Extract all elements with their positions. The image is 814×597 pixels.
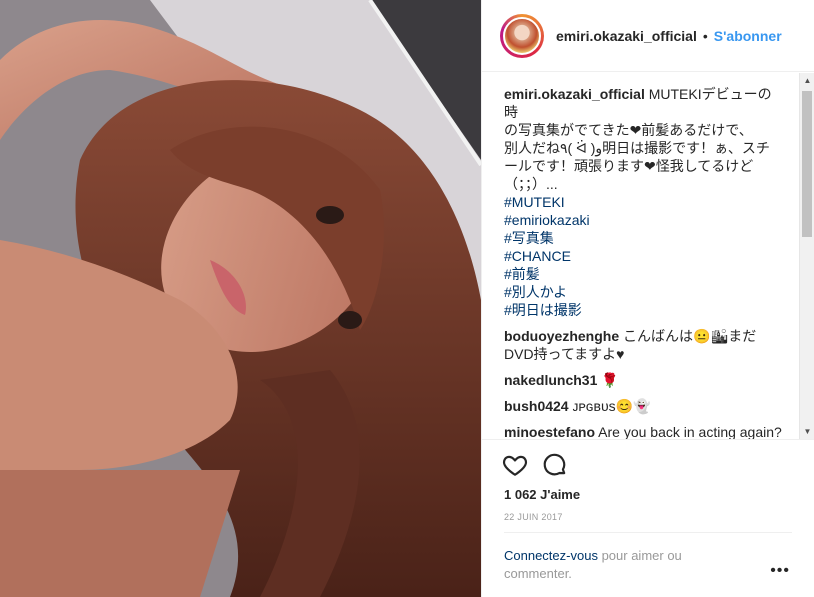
comment-username[interactable]: boduoyezhenghe: [504, 328, 619, 344]
post-header: emiri.okazaki_official • S'abonner: [482, 0, 814, 72]
hashtag-link[interactable]: #MUTEKI: [504, 193, 784, 211]
hashtag-link[interactable]: #写真集: [504, 229, 784, 247]
hashtag-link[interactable]: #emiriokazaki: [504, 211, 784, 229]
caption-line: ールです！頑張ります❤怪我してるけど: [504, 158, 754, 174]
comment-text: 🌹: [601, 372, 619, 388]
comment-item: nakedlunch31 🌹: [504, 371, 784, 389]
post-actions: 1 062 J'aime 22 JUIN 2017 Connectez-vous…: [482, 439, 814, 587]
heart-icon[interactable]: [502, 452, 528, 478]
hashtag-link[interactable]: #別人かよ: [504, 283, 784, 301]
section-divider: [504, 532, 792, 533]
comment-item: bush0424 ᴊᴘɢʙᴜs😊👻: [504, 397, 784, 415]
caption-line: の写真集がでてきた❤前髪あるだけで、: [504, 122, 753, 138]
follow-button[interactable]: S'abonner: [714, 28, 782, 44]
comment-username[interactable]: nakedlunch31: [504, 372, 597, 388]
comment-username[interactable]: minoestefano: [504, 424, 595, 439]
comment-item: minoestefano Are you back in acting agai…: [504, 423, 784, 439]
scroll-up-icon[interactable]: ▲: [800, 73, 814, 88]
comment-text: ᴊᴘɢʙᴜs😊👻: [572, 398, 651, 414]
hashtag-link[interactable]: #前髪: [504, 265, 784, 283]
header-username[interactable]: emiri.okazaki_official: [556, 28, 697, 44]
speech-bubble-icon[interactable]: [542, 452, 568, 478]
comments-panel[interactable]: emiri.okazaki_official MUTEKIデビューの時 の写真集…: [482, 73, 814, 439]
comment-item: boduoyezhenghe こんばんは😐🏙まだDVD持ってますよ♥: [504, 327, 784, 363]
post-photo: [0, 0, 481, 597]
avatar[interactable]: [500, 13, 544, 58]
scroll-down-icon[interactable]: ▼: [800, 424, 814, 439]
more-options-icon[interactable]: •••: [770, 562, 790, 580]
hashtag-link[interactable]: #CHANCE: [504, 247, 784, 265]
avatar-image: [503, 16, 541, 55]
caption-username[interactable]: emiri.okazaki_official: [504, 86, 645, 102]
caption-line: 別人だね٩( ᐛ )و明日は撮影です！ぁ、スチ: [504, 140, 770, 156]
caption: emiri.okazaki_official MUTEKIデビューの時 の写真集…: [504, 85, 784, 319]
post-date: 22 JUIN 2017: [504, 512, 563, 522]
header-separator: •: [702, 27, 708, 44]
photo-illustration: [0, 0, 481, 597]
comment-username[interactable]: bush0424: [504, 398, 569, 414]
comments-scrollbar[interactable]: ▲ ▼: [799, 73, 814, 439]
comment-text: Are you back in acting again?: [598, 424, 782, 439]
login-prompt: Connectez-vous pour aimer ou commenter.: [504, 547, 724, 583]
likes-count[interactable]: 1 062 J'aime: [504, 487, 580, 502]
hashtag-link[interactable]: #明日は撮影: [504, 301, 784, 319]
login-link[interactable]: Connectez-vous: [504, 548, 598, 563]
caption-line: （；；）...: [504, 176, 558, 192]
scrollbar-thumb[interactable]: [802, 91, 812, 237]
